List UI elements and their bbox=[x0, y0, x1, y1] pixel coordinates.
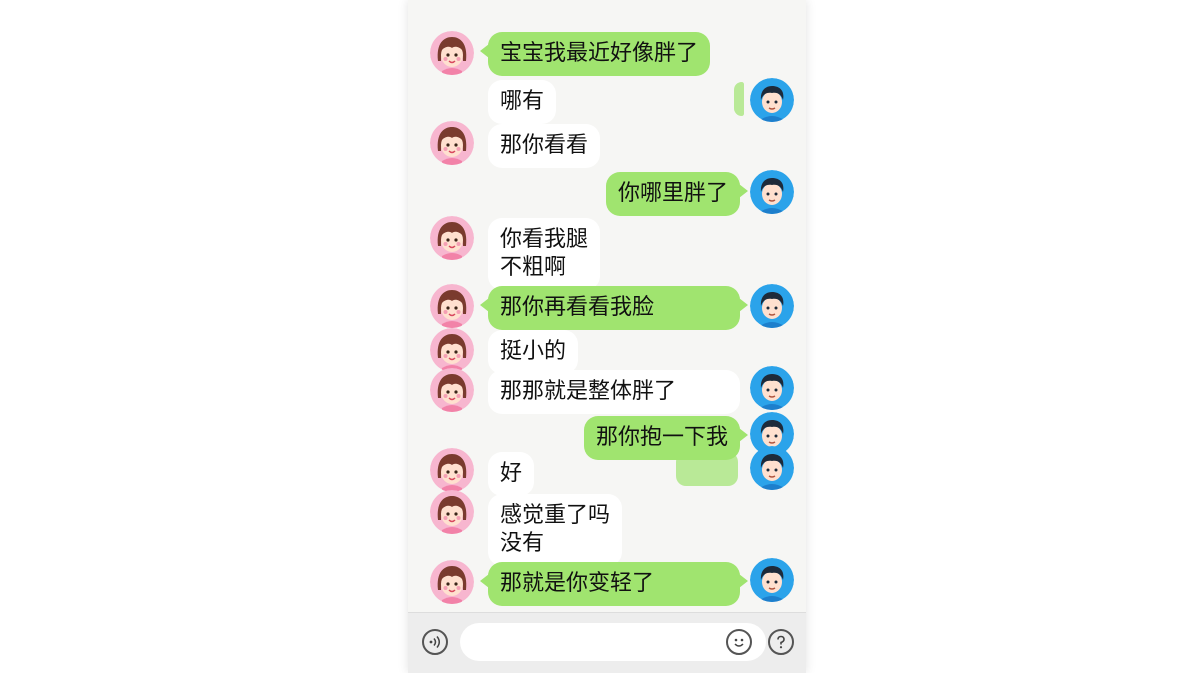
message-bubble[interactable]: 哪有 bbox=[488, 80, 557, 124]
question-icon[interactable] bbox=[768, 629, 794, 655]
message-bubble[interactable]: 挺小的 bbox=[488, 330, 579, 374]
message-bubble[interactable]: 感觉重了吗 没有 bbox=[488, 494, 623, 566]
boy-avatar-icon[interactable] bbox=[750, 78, 794, 122]
emoji-icon[interactable] bbox=[726, 629, 752, 655]
girl-avatar-icon[interactable] bbox=[430, 328, 474, 372]
message-bubble[interactable]: 你哪里胖了 bbox=[605, 172, 749, 216]
girl-avatar-icon[interactable] bbox=[430, 216, 474, 260]
message-bubble[interactable]: 那你看看 bbox=[488, 124, 601, 168]
girl-avatar-icon[interactable] bbox=[430, 560, 474, 604]
girl-avatar-icon[interactable] bbox=[430, 448, 474, 492]
question-icon-glyph bbox=[777, 635, 785, 649]
girl-avatar-icon[interactable] bbox=[430, 121, 474, 165]
message-bubble[interactable]: 好 bbox=[488, 452, 535, 496]
girl-avatar-icon[interactable] bbox=[430, 31, 474, 75]
girl-avatar-icon[interactable] bbox=[430, 368, 474, 412]
message-bubble[interactable]: 宝宝我最近好像胖了 bbox=[479, 32, 711, 76]
message-bubble[interactable]: 那就是你变轻了 bbox=[480, 562, 748, 606]
chat-window: 宝宝我最近好像胖了 哪有 那你看看 你哪里胖了 你看我腿 不粗啊 那你再看看我脸… bbox=[408, 0, 806, 673]
girl-avatar-icon[interactable] bbox=[430, 490, 474, 534]
emoji-icon-glyph bbox=[734, 638, 744, 647]
input-bar bbox=[408, 612, 806, 673]
message-bubble[interactable]: 那那就是整体胖了 bbox=[488, 370, 740, 414]
voice-icon[interactable] bbox=[422, 629, 448, 655]
message-bubble[interactable]: 你看我腿 不粗啊 bbox=[488, 218, 601, 290]
message-list: 宝宝我最近好像胖了 哪有 那你看看 你哪里胖了 你看我腿 不粗啊 那你再看看我脸… bbox=[408, 0, 806, 612]
boy-avatar-icon[interactable] bbox=[750, 284, 794, 328]
message-bubble-fragment bbox=[676, 452, 738, 486]
message-bubble-fragment bbox=[734, 82, 744, 116]
girl-avatar-icon[interactable] bbox=[430, 284, 474, 328]
message-input[interactable] bbox=[460, 623, 766, 661]
boy-avatar-icon[interactable] bbox=[750, 446, 794, 490]
boy-avatar-icon[interactable] bbox=[750, 366, 794, 410]
voice-icon-glyph bbox=[429, 636, 440, 648]
boy-avatar-icon[interactable] bbox=[750, 170, 794, 214]
message-bubble[interactable]: 那你再看看我脸 bbox=[480, 286, 748, 330]
boy-avatar-icon[interactable] bbox=[750, 558, 794, 602]
